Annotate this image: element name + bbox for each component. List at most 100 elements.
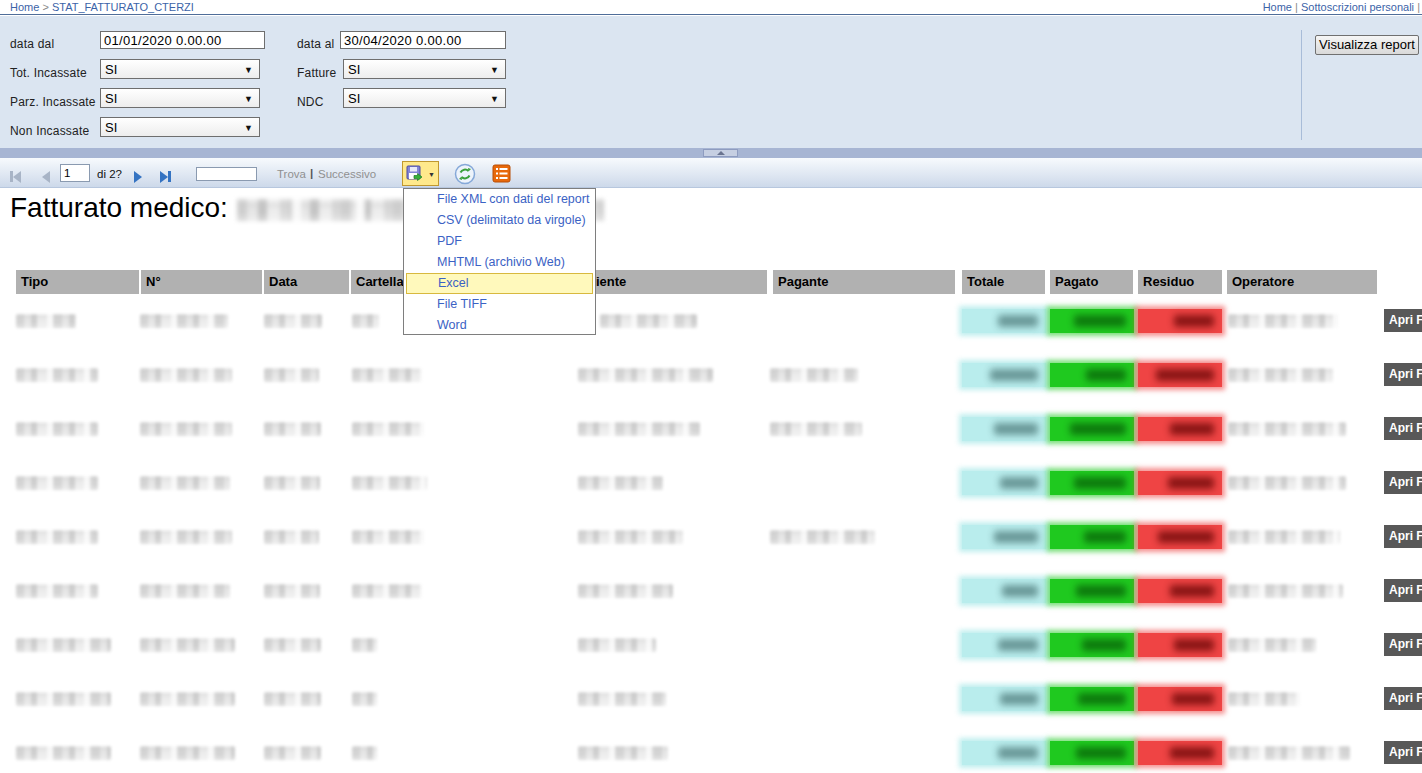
link-divider: | bbox=[1295, 1, 1298, 13]
collapse-arrow-icon bbox=[717, 151, 725, 155]
parameter-date-input[interactable] bbox=[100, 31, 265, 49]
breadcrumb-report-link[interactable]: STAT_FATTURATO_CTERZI bbox=[52, 1, 194, 13]
cell-operatore-redacted bbox=[1228, 530, 1340, 544]
cell-totale bbox=[962, 579, 1046, 603]
cell-tipo-redacted bbox=[16, 476, 98, 490]
refresh-button[interactable] bbox=[454, 163, 476, 185]
view-report-button[interactable]: Visualizza report bbox=[1315, 35, 1419, 55]
report-title: Fatturato medico: bbox=[10, 192, 228, 224]
cell-totale bbox=[962, 309, 1046, 333]
cell-tipo-redacted bbox=[16, 368, 98, 382]
open-invoice-button[interactable]: Apri F bbox=[1384, 687, 1422, 710]
cell-cartella-redacted bbox=[352, 692, 377, 706]
cell-totale bbox=[962, 687, 1046, 711]
next-page-button[interactable] bbox=[134, 167, 142, 185]
column-header: Residuo bbox=[1138, 270, 1222, 294]
cell-pagato bbox=[1050, 741, 1134, 765]
splitter-bar[interactable] bbox=[0, 148, 1422, 158]
open-invoice-button[interactable]: Apri F bbox=[1384, 579, 1422, 602]
cell-cartella-redacted bbox=[352, 638, 377, 652]
parameter-label: NDC bbox=[297, 95, 324, 109]
parameter-select[interactable]: SI▼ bbox=[343, 59, 506, 79]
parameter-label: Parz. Incassate bbox=[10, 95, 96, 109]
prev-page-button[interactable] bbox=[42, 167, 50, 185]
pagato-value-redacted bbox=[1074, 477, 1126, 489]
find-link[interactable]: Trova bbox=[277, 168, 306, 180]
export-menu-item[interactable]: CSV (delimitato da virgole) bbox=[404, 210, 595, 231]
cell-cliente-redacted bbox=[578, 746, 668, 760]
find-next-link[interactable]: Successivo bbox=[318, 168, 376, 180]
cell-pagato bbox=[1050, 525, 1134, 549]
cell-cartella-redacted bbox=[352, 746, 377, 760]
cell-pagato bbox=[1050, 687, 1134, 711]
select-arrow-icon: ▼ bbox=[490, 65, 499, 75]
parameter-select[interactable]: SI▼ bbox=[343, 88, 506, 108]
cell-operatore-redacted bbox=[1228, 314, 1338, 328]
column-header: Cliente bbox=[578, 270, 767, 294]
cell-operatore-redacted bbox=[1228, 584, 1343, 598]
breadcrumb-home-link[interactable]: Home bbox=[10, 1, 39, 13]
cell-totale bbox=[962, 471, 1046, 495]
column-header: Tipo bbox=[16, 270, 139, 294]
residuo-value-redacted bbox=[1172, 693, 1214, 705]
open-invoice-button[interactable]: Apri F bbox=[1384, 633, 1422, 656]
cell-operatore-redacted bbox=[1228, 746, 1350, 760]
column-header: Operatore bbox=[1227, 270, 1377, 294]
cell-operatore-redacted bbox=[1228, 476, 1346, 490]
export-menu-item[interactable]: PDF bbox=[404, 231, 595, 252]
cell-cartella-redacted bbox=[352, 368, 422, 382]
cell-totale bbox=[962, 525, 1046, 549]
data-feed-button[interactable] bbox=[492, 164, 512, 184]
cell-numero-redacted bbox=[140, 422, 232, 436]
totale-value-redacted bbox=[1002, 585, 1038, 597]
export-dropdown-button[interactable]: ▼ bbox=[402, 161, 439, 186]
parameter-select[interactable]: SI▼ bbox=[100, 88, 260, 108]
cell-cliente-redacted bbox=[578, 422, 700, 436]
totale-value-redacted bbox=[1000, 477, 1038, 489]
parameter-label: Tot. Incassate bbox=[10, 66, 87, 80]
open-invoice-button[interactable]: Apri F bbox=[1384, 417, 1422, 440]
cell-tipo-redacted bbox=[16, 422, 98, 436]
column-header: Pagato bbox=[1050, 270, 1133, 294]
cell-numero-redacted bbox=[140, 314, 228, 328]
open-invoice-button[interactable]: Apri F bbox=[1384, 363, 1422, 386]
open-invoice-button[interactable]: Apri F bbox=[1384, 309, 1422, 332]
parameter-select[interactable]: SI▼ bbox=[100, 59, 260, 79]
pagato-value-redacted bbox=[1086, 369, 1126, 381]
select-value: SI bbox=[348, 91, 360, 106]
cell-numero-redacted bbox=[140, 692, 235, 706]
residuo-value-redacted bbox=[1174, 639, 1214, 651]
cell-pagato bbox=[1050, 417, 1134, 441]
totale-value-redacted bbox=[994, 531, 1038, 543]
page-number-input[interactable] bbox=[60, 164, 90, 182]
residuo-value-redacted bbox=[1168, 477, 1214, 489]
splitter-collapse-handle[interactable] bbox=[703, 149, 738, 157]
cell-tipo-redacted bbox=[16, 530, 98, 544]
subscriptions-link[interactable]: Sottoscrizioni personali bbox=[1301, 1, 1414, 13]
cell-operatore-redacted bbox=[1228, 368, 1333, 382]
cell-residuo bbox=[1138, 363, 1222, 387]
export-menu-item[interactable]: File TIFF bbox=[404, 294, 595, 315]
cell-pagato bbox=[1050, 579, 1134, 603]
top-right-links: Home | Sottoscrizioni personali | bbox=[1263, 1, 1420, 13]
search-input[interactable] bbox=[196, 167, 257, 181]
cell-tipo-redacted bbox=[16, 314, 76, 328]
parameter-date-input[interactable] bbox=[340, 31, 506, 49]
cell-pagato bbox=[1050, 363, 1134, 387]
cell-cartella-redacted bbox=[352, 530, 424, 544]
home-link[interactable]: Home bbox=[1263, 1, 1292, 13]
open-invoice-button[interactable]: Apri F bbox=[1384, 525, 1422, 548]
export-menu-item[interactable]: Excel bbox=[406, 273, 593, 294]
open-invoice-button[interactable]: Apri F bbox=[1384, 741, 1422, 764]
parameter-select[interactable]: SI▼ bbox=[100, 117, 260, 137]
last-page-button[interactable] bbox=[160, 167, 171, 185]
export-menu-item[interactable]: Word bbox=[404, 315, 595, 336]
residuo-value-redacted bbox=[1156, 369, 1214, 381]
cell-residuo bbox=[1138, 687, 1222, 711]
cell-cliente-redacted bbox=[578, 584, 673, 598]
cell-data-redacted bbox=[264, 638, 321, 652]
first-page-button[interactable] bbox=[10, 167, 21, 185]
export-menu-item[interactable]: MHTML (archivio Web) bbox=[404, 252, 595, 273]
export-menu-item[interactable]: File XML con dati del report bbox=[404, 189, 595, 210]
open-invoice-button[interactable]: Apri F bbox=[1384, 471, 1422, 494]
